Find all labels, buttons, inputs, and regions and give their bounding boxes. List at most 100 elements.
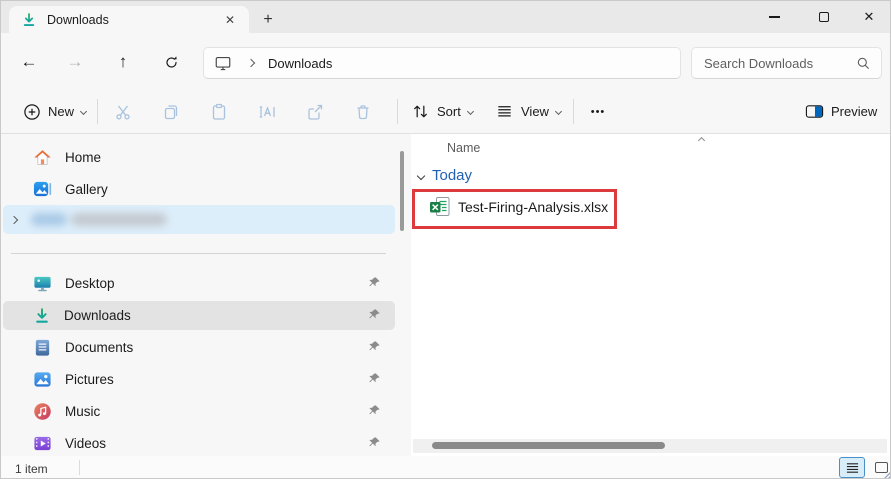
- pin-icon: [368, 404, 381, 417]
- minimize-button[interactable]: [751, 1, 797, 33]
- preview-toggle[interactable]: Preview: [797, 95, 885, 128]
- sidebar-item-redacted[interactable]: [3, 205, 395, 234]
- close-icon: ✕: [863, 9, 875, 24]
- tab-downloads[interactable]: Downloads ✕: [9, 6, 249, 33]
- downloads-icon: [33, 307, 51, 325]
- sidebar-item-gallery[interactable]: Gallery: [3, 175, 395, 204]
- group-header-label: Today: [432, 167, 473, 184]
- pin-icon: [368, 372, 381, 385]
- music-icon: [33, 402, 52, 421]
- videos-icon: [33, 434, 52, 453]
- sidebar-separator: [11, 253, 386, 254]
- sidebar-item-desktop[interactable]: Desktop: [3, 269, 395, 298]
- back-button[interactable]: ←: [13, 47, 45, 77]
- collapse-chevron-icon[interactable]: [416, 171, 426, 180]
- sidebar-item-label: Desktop: [65, 276, 115, 291]
- share-icon: [305, 102, 325, 122]
- tab-title: Downloads: [47, 12, 109, 27]
- paste-icon: [209, 102, 229, 122]
- sidebar-item-label: Pictures: [65, 372, 114, 387]
- breadcrumb-chevron-icon[interactable]: [246, 58, 256, 68]
- see-more-button[interactable]: •••: [581, 96, 615, 127]
- sidebar-item-videos[interactable]: Videos: [3, 429, 395, 458]
- new-button-label: New: [48, 104, 75, 119]
- refresh-icon: [163, 54, 180, 71]
- sidebar-item-label: Music: [65, 404, 101, 419]
- details-view-icon: [846, 462, 859, 474]
- downloads-icon: [21, 12, 37, 28]
- sidebar-item-pictures[interactable]: Pictures: [3, 365, 395, 394]
- tab-close-icon[interactable]: ✕: [219, 9, 241, 31]
- new-button[interactable]: New: [15, 95, 94, 128]
- search-placeholder: Search Downloads: [704, 55, 814, 71]
- cut-icon: [113, 102, 133, 122]
- preview-label: Preview: [831, 104, 878, 119]
- file-list-pane: [411, 134, 890, 456]
- redacted-label: [31, 213, 167, 226]
- new-plus-icon: [23, 103, 41, 121]
- sidebar-item-label: Documents: [65, 340, 134, 355]
- view-button[interactable]: View: [487, 95, 569, 128]
- trash-icon: [353, 102, 373, 122]
- forward-button[interactable]: →: [59, 47, 91, 77]
- pin-icon: [368, 276, 381, 289]
- preview-pane-icon: [805, 102, 824, 121]
- delete-button[interactable]: [346, 96, 380, 127]
- rename-button[interactable]: [250, 96, 284, 127]
- more-icon: •••: [590, 105, 606, 118]
- sidebar-item-label: Home: [65, 150, 102, 165]
- home-icon: [33, 148, 52, 167]
- sidebar-item-documents[interactable]: Documents: [3, 333, 395, 362]
- expand-chevron-icon[interactable]: [9, 215, 19, 224]
- search-input[interactable]: Search Downloads: [691, 47, 882, 79]
- copy-button[interactable]: [154, 96, 188, 127]
- this-pc-icon: [214, 54, 232, 72]
- command-toolbar: New Sort View ••• Preview: [1, 89, 890, 134]
- rename-icon: [257, 102, 277, 122]
- item-count: 1 item: [15, 462, 48, 476]
- status-bar: 1 item: [1, 456, 890, 478]
- details-view-button[interactable]: [839, 457, 865, 478]
- sidebar-item-downloads[interactable]: Downloads: [3, 301, 395, 330]
- search-icon: [856, 56, 871, 71]
- annotation-highlight-box: [412, 189, 617, 229]
- status-divider: [79, 460, 80, 475]
- sidebar-scrollbar[interactable]: [400, 151, 404, 231]
- documents-icon: [33, 338, 52, 357]
- paste-button[interactable]: [202, 96, 236, 127]
- chevron-down-icon: [554, 107, 562, 116]
- view-button-label: View: [521, 104, 549, 119]
- resize-grip-icon[interactable]: [883, 471, 890, 478]
- desktop-icon: [33, 274, 52, 293]
- sidebar-item-label: Videos: [65, 436, 107, 451]
- sort-icon: [411, 102, 430, 121]
- cut-button[interactable]: [106, 96, 140, 127]
- sidebar-item-label: Downloads: [64, 308, 131, 323]
- view-icon: [495, 102, 514, 121]
- pin-icon: [368, 308, 381, 321]
- column-header-name[interactable]: Name: [447, 141, 480, 155]
- close-button[interactable]: ✕: [846, 1, 890, 33]
- pictures-icon: [33, 370, 52, 389]
- up-button[interactable]: ↑: [107, 47, 139, 77]
- chevron-down-icon: [79, 107, 88, 116]
- group-header-today[interactable]: Today: [416, 167, 473, 184]
- horizontal-scrollbar-thumb[interactable]: [432, 442, 665, 449]
- sidebar-item-home[interactable]: Home: [3, 143, 395, 172]
- maximize-icon: [819, 12, 829, 22]
- file-explorer-window: Downloads ✕ + ✕ ← → ↑ Downloads Search D…: [0, 0, 891, 479]
- copy-icon: [161, 102, 181, 122]
- pin-icon: [368, 436, 381, 449]
- address-bar[interactable]: Downloads: [203, 47, 681, 79]
- sort-button-label: Sort: [437, 104, 461, 119]
- refresh-button[interactable]: [155, 47, 187, 77]
- new-tab-button[interactable]: +: [255, 9, 281, 31]
- maximize-button[interactable]: [801, 1, 847, 33]
- sort-button[interactable]: Sort: [403, 95, 481, 128]
- sidebar-item-music[interactable]: Music: [3, 397, 395, 426]
- chevron-down-icon: [466, 107, 474, 116]
- sidebar-item-label: Gallery: [65, 182, 108, 197]
- share-button[interactable]: [298, 96, 332, 127]
- breadcrumb-location[interactable]: Downloads: [268, 56, 332, 71]
- tab-bar: Downloads ✕ + ✕: [1, 1, 890, 33]
